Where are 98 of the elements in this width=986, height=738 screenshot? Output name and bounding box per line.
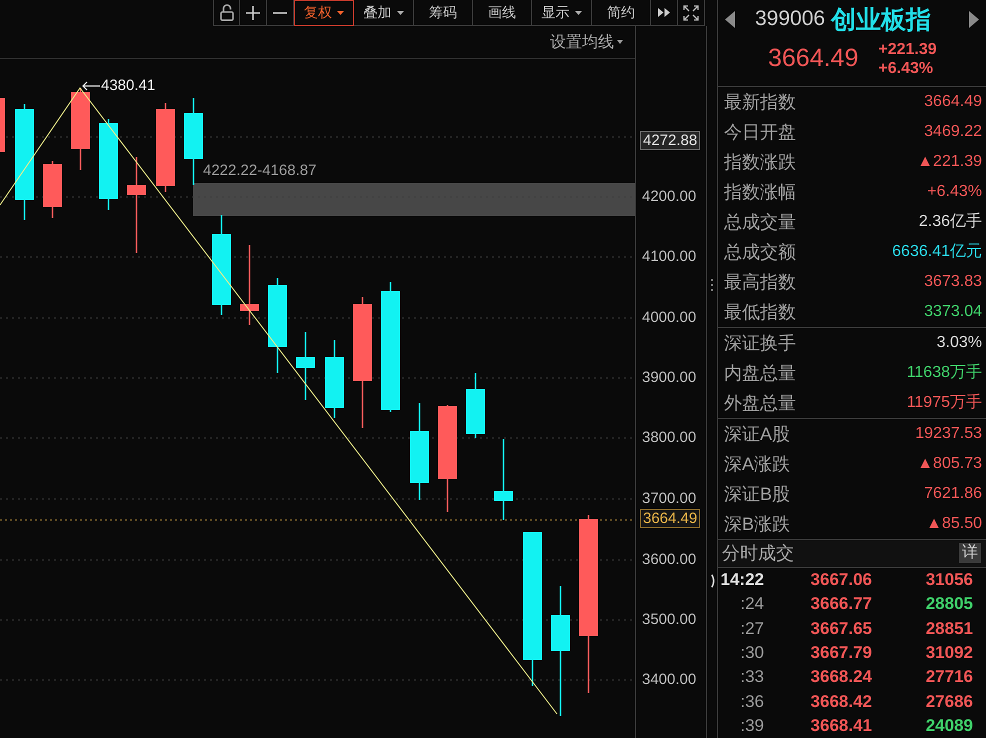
peak-price-label: 4380.41 bbox=[101, 77, 156, 95]
fullscreen-button[interactable] bbox=[678, 0, 705, 26]
trade-time: 14:22 bbox=[720, 570, 764, 590]
candlestick bbox=[43, 161, 62, 218]
stat-label: 内盘总量 bbox=[724, 362, 796, 385]
trade-volume: 28805 bbox=[924, 594, 973, 614]
trade-price: 3667.65 bbox=[810, 618, 872, 639]
stat-label: 指数涨跌 bbox=[724, 150, 796, 174]
stat-value: ▲221.39 bbox=[917, 152, 982, 171]
trade-price: 3668.42 bbox=[810, 692, 872, 712]
stat-label: 最新指数 bbox=[724, 90, 796, 114]
right-arrow-icon[interactable] bbox=[969, 10, 979, 28]
last-price-label: 3664.49 bbox=[640, 509, 700, 528]
stat-label: 总成交量 bbox=[724, 210, 796, 234]
stat-label: 今日开盘 bbox=[724, 120, 796, 144]
axis-tick-label: 4200.00 bbox=[641, 187, 698, 206]
trade-price: 3667.06 bbox=[810, 570, 872, 590]
trade-volume: 27686 bbox=[924, 692, 973, 712]
caret-icon bbox=[617, 40, 623, 44]
stat-label: 深A涨跌 bbox=[724, 452, 790, 476]
stat-label: 深B涨跌 bbox=[724, 512, 790, 536]
stat-label: 总成交额 bbox=[724, 240, 796, 264]
trade-time: :39 bbox=[739, 716, 764, 736]
stat-label: 深证换手 bbox=[724, 332, 796, 355]
trade-volume: 27716 bbox=[924, 667, 973, 688]
stat-value: 3673.83 bbox=[924, 272, 982, 291]
stat-value: 7621.86 bbox=[924, 484, 982, 503]
more-button[interactable] bbox=[651, 0, 678, 26]
candlestick bbox=[296, 332, 315, 400]
axis-tick-label: 3400.00 bbox=[641, 670, 698, 689]
stat-value: ▲805.73 bbox=[917, 454, 982, 473]
trade-time: :24 bbox=[739, 594, 764, 614]
leader-arrow bbox=[82, 81, 100, 91]
stat-value: ▲85.50 bbox=[926, 514, 982, 533]
stat-value: 11638万手 bbox=[906, 362, 982, 384]
trade-price: 3667.79 bbox=[810, 642, 872, 663]
axis-tick-label: 4100.00 bbox=[641, 247, 698, 266]
trade-volume: 31056 bbox=[924, 570, 973, 590]
toolbar-tab[interactable]: 复权 bbox=[294, 0, 354, 26]
price-change: +221.39 bbox=[878, 40, 937, 59]
trade-time: :33 bbox=[739, 667, 764, 688]
toolbar-tab[interactable]: 简约 bbox=[592, 0, 651, 26]
stat-label: 深证A股 bbox=[724, 422, 790, 446]
trade-time: :27 bbox=[739, 618, 764, 639]
candlestick bbox=[466, 373, 485, 438]
trade-time: :36 bbox=[739, 692, 764, 712]
zoom-in-button[interactable] bbox=[240, 0, 267, 26]
axis-tick-label: 3900.00 bbox=[641, 368, 698, 387]
stat-value: 3469.22 bbox=[924, 122, 982, 141]
plus-icon bbox=[246, 6, 260, 20]
stat-value: 11975万手 bbox=[906, 392, 982, 414]
trades-title: 分时成交 bbox=[722, 542, 794, 566]
trade-price: 3668.24 bbox=[810, 667, 872, 688]
grip-icon[interactable] bbox=[710, 279, 714, 291]
stat-label: 最低指数 bbox=[724, 300, 796, 324]
price-range-label: 4222.22-4168.87 bbox=[203, 162, 316, 180]
index-code: 399006 bbox=[755, 7, 826, 31]
stat-value: 3664.49 bbox=[924, 92, 982, 111]
trade-time: :30 bbox=[739, 642, 764, 663]
padlock-icon bbox=[220, 4, 234, 21]
minus-icon bbox=[273, 12, 287, 14]
left-arrow-icon[interactable] bbox=[725, 10, 735, 28]
stat-label: 外盘总量 bbox=[724, 392, 796, 415]
index-price: 3664.49 bbox=[768, 43, 858, 74]
detail-button[interactable]: 详 bbox=[959, 543, 981, 564]
stat-value: 6636.41亿元 bbox=[892, 242, 982, 262]
candlestick bbox=[0, 98, 5, 152]
percent-change: +6.43% bbox=[878, 59, 934, 78]
high-price-label: 4272.88 bbox=[640, 131, 700, 150]
lock-button[interactable] bbox=[213, 0, 240, 26]
toolbar-tab[interactable]: 显示 bbox=[532, 0, 592, 26]
trade-volume: 31092 bbox=[924, 642, 973, 663]
axis-tick-label: 3800.00 bbox=[641, 428, 698, 447]
trade-price: 3668.41 bbox=[810, 716, 872, 736]
stat-value: 19237.53 bbox=[915, 424, 982, 443]
fullscreen-icon bbox=[683, 4, 699, 20]
axis-tick-label: 3700.00 bbox=[641, 489, 698, 508]
toolbar-tab[interactable]: 叠加 bbox=[354, 0, 414, 26]
stat-label: 指数涨幅 bbox=[724, 180, 796, 204]
toolbar-tab[interactable]: 画线 bbox=[473, 0, 532, 26]
trade-price: 3666.77 bbox=[810, 594, 872, 614]
handle-icon[interactable] bbox=[710, 574, 716, 588]
axis-tick-label: 3500.00 bbox=[641, 610, 698, 629]
axis-tick-label: 4000.00 bbox=[641, 308, 698, 327]
moving-average-button[interactable]: 设置均线 bbox=[550, 32, 623, 52]
stat-value: 3373.04 bbox=[924, 302, 982, 321]
index-name: 创业板指 bbox=[831, 4, 932, 36]
toolbar-tab[interactable]: 筹码 bbox=[414, 0, 473, 26]
fast-forward-icon bbox=[658, 8, 670, 17]
stat-label: 深证B股 bbox=[724, 482, 790, 506]
stat-value: 2.36亿手 bbox=[918, 212, 982, 232]
stat-value: 3.03% bbox=[936, 334, 982, 352]
stat-label: 最高指数 bbox=[724, 270, 796, 294]
stat-value: +6.43% bbox=[927, 182, 982, 201]
trade-volume: 24089 bbox=[924, 716, 973, 736]
axis-tick-label: 3600.00 bbox=[641, 550, 698, 569]
trade-volume: 28851 bbox=[924, 618, 973, 639]
zoom-out-button[interactable] bbox=[267, 0, 294, 26]
